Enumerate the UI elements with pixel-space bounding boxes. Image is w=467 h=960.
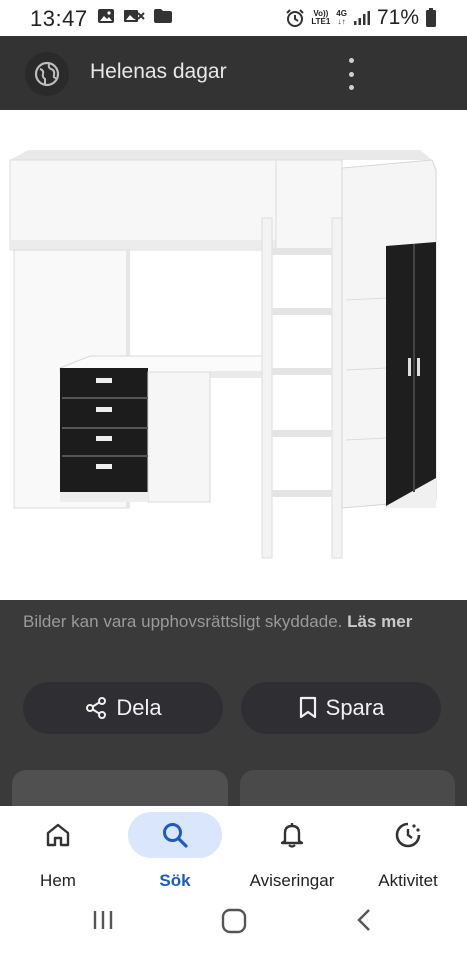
- recent-apps-icon[interactable]: [91, 908, 115, 932]
- site-info-button[interactable]: [25, 52, 69, 96]
- image-x-icon: [124, 10, 145, 22]
- share-icon: [86, 697, 107, 719]
- status-bar: 13:47 Vo)) LTE1 4G ↓↑ 71%: [0, 0, 467, 36]
- back-icon[interactable]: [354, 908, 374, 932]
- system-status-icons: Vo)) LTE1 4G ↓↑ 71%: [285, 6, 437, 30]
- copyright-notice: Bilder kan vara upphovsrättsligt skyddad…: [23, 608, 443, 635]
- activity-icon: [395, 822, 421, 848]
- signal-icon: [353, 11, 370, 25]
- folder-icon: [154, 9, 172, 23]
- volte-indicator: Vo)) LTE1: [311, 9, 331, 26]
- battery-icon: [426, 8, 436, 27]
- nav-label: Hem: [40, 871, 76, 890]
- battery-percent: 71%: [376, 6, 419, 29]
- nav-item-activity[interactable]: Aktivitet: [358, 812, 458, 891]
- save-label: Spara: [325, 695, 385, 720]
- bookmark-icon: [299, 696, 316, 719]
- share-button[interactable]: Dela: [23, 682, 223, 734]
- nav-label: Aviseringar: [249, 871, 335, 890]
- more-options-button[interactable]: [345, 58, 357, 90]
- more-dot: [348, 71, 354, 77]
- notification-icons: [97, 8, 173, 24]
- bottom-navigation: Hem Sök Aviseringar Aktivitet: [0, 806, 467, 960]
- system-navigation-bar: [0, 902, 467, 946]
- copyright-text: Bilder kan vara upphovsrättsligt skyddad…: [23, 612, 343, 631]
- alarm-icon: [286, 9, 305, 27]
- gallery-icon: [98, 9, 114, 23]
- save-button[interactable]: Spara: [241, 682, 441, 734]
- related-image-thumbnail[interactable]: [12, 770, 228, 810]
- share-label: Dela: [116, 695, 162, 720]
- nav-item-notifications[interactable]: Aviseringar: [242, 812, 342, 891]
- app-bar: Helenas dagar: [0, 36, 467, 110]
- bell-icon: [280, 823, 304, 848]
- read-more-link[interactable]: Läs mer: [347, 612, 412, 631]
- home-system-icon[interactable]: [221, 908, 247, 934]
- status-time: 13:47: [30, 6, 88, 31]
- more-dot: [348, 58, 354, 63]
- nav-item-search[interactable]: Sök: [125, 812, 225, 891]
- more-dot: [348, 85, 354, 90]
- nav-item-home[interactable]: Hem: [8, 812, 108, 891]
- nav-label: Sök: [159, 871, 191, 890]
- home-icon: [46, 823, 70, 847]
- loft-bed-illustration: [9, 150, 437, 559]
- search-icon: [163, 823, 188, 848]
- nav-label: Aktivitet: [378, 871, 438, 890]
- related-image-thumbnail[interactable]: [240, 770, 455, 810]
- page-title: Helenas dagar: [90, 60, 227, 83]
- globe-icon: [34, 61, 60, 87]
- network-4g-indicator: 4G ↓↑: [336, 9, 347, 26]
- product-image[interactable]: [0, 110, 467, 600]
